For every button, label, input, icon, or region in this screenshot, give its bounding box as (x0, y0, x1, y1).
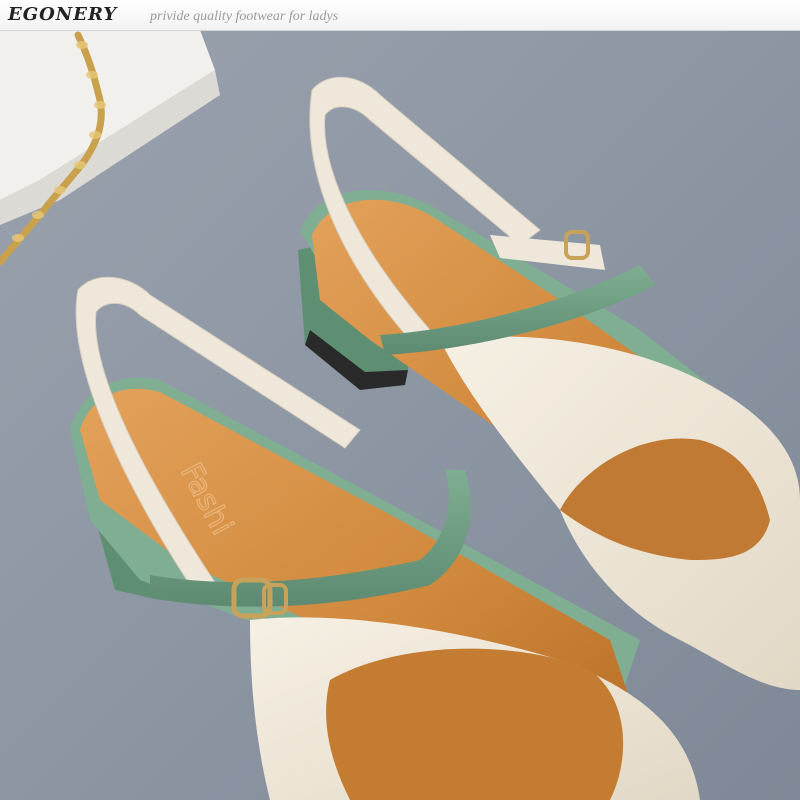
brand-tagline: privide quality footwear for ladys (150, 9, 339, 24)
store-banner: EGONERY privide quality footwear for lad… (0, 0, 800, 31)
shoe-photo: Fashi (0, 0, 800, 800)
brand-logo: EGONERY (8, 4, 118, 25)
product-photo-scene: EGONERY privide quality footwear for lad… (0, 0, 800, 800)
